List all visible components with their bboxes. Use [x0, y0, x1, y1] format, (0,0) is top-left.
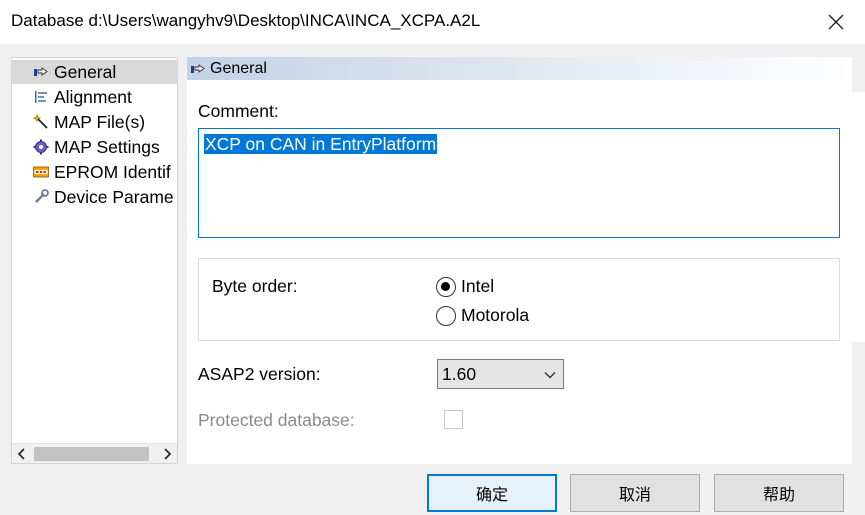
radio-intel[interactable]: Intel	[436, 276, 494, 297]
epk-icon	[32, 163, 50, 181]
comment-textarea[interactable]: XCP on CAN in EntryPlatform	[198, 128, 840, 238]
nav-item-label: General	[54, 61, 117, 82]
byte-order-group: Byte order: Intel Motorola	[198, 258, 840, 341]
nav-item-label: EPROM Identif	[54, 161, 171, 182]
close-icon	[828, 14, 844, 30]
section-title: General	[210, 59, 267, 77]
ok-button[interactable]: 确定	[427, 474, 557, 512]
nav-item-label: MAP File(s)	[54, 111, 146, 132]
nav-tree: General Alignment MAP File(s) MAP Settin…	[11, 57, 178, 464]
general-page: General Comment: XCP on CAN in EntryPlat…	[187, 57, 852, 464]
scrollbar-thumb[interactable]	[34, 447, 149, 461]
nav-item-label: MAP Settings	[54, 136, 160, 157]
protected-database-checkbox[interactable]	[444, 410, 463, 429]
radio-motorola[interactable]: Motorola	[436, 305, 529, 326]
close-button[interactable]	[807, 0, 865, 44]
asap2-version-label: ASAP2 version:	[198, 364, 321, 384]
chevron-right-icon	[164, 448, 172, 460]
wrench-icon	[32, 188, 50, 206]
chevron-down-icon	[544, 372, 556, 379]
asap2-version-value: 1.60	[442, 363, 477, 384]
nav-item-alignment[interactable]: Alignment	[12, 85, 177, 109]
wand-icon	[32, 113, 50, 131]
radio-label: Motorola	[461, 305, 530, 325]
nav-item-eprom-identifier[interactable]: EPROM Identif	[12, 160, 177, 184]
cancel-button[interactable]: 取消	[570, 474, 700, 512]
nav-item-label: Device Parame	[54, 186, 174, 207]
comment-label: Comment:	[198, 101, 279, 121]
nav-item-map-files[interactable]: MAP File(s)	[12, 110, 177, 134]
asap2-version-select[interactable]: 1.60	[437, 359, 564, 389]
nav-item-map-settings[interactable]: MAP Settings	[12, 135, 177, 159]
scroll-left-button[interactable]	[12, 444, 32, 463]
help-button[interactable]: 帮助	[714, 474, 844, 512]
hand-pointer-icon	[189, 60, 207, 78]
comment-text: XCP on CAN in EntryPlatform	[204, 134, 438, 154]
section-header: General	[187, 57, 852, 80]
window-title: Database d:\Users\wangyhv9\Desktop\INCA\…	[11, 11, 481, 30]
protected-database-label: Protected database:	[198, 410, 355, 430]
nav-item-device-parameters[interactable]: Device Parame	[12, 185, 177, 209]
chevron-left-icon	[17, 448, 25, 460]
nav-horizontal-scrollbar[interactable]	[12, 443, 177, 463]
nav-item-label: Alignment	[54, 86, 132, 107]
radio-label: Intel	[461, 276, 495, 296]
nav-item-general[interactable]: General	[12, 60, 177, 84]
right-edge-panel	[852, 92, 865, 342]
scroll-right-button[interactable]	[157, 444, 177, 463]
byte-order-label: Byte order:	[212, 276, 298, 296]
title-bar: Database d:\Users\wangyhv9\Desktop\INCA\…	[0, 0, 865, 44]
radio-button-checked[interactable]	[436, 276, 456, 297]
radio-button[interactable]	[436, 305, 456, 326]
hand-pointer-icon	[32, 63, 50, 81]
gear-icon	[32, 138, 50, 156]
align-left-icon	[32, 88, 50, 106]
